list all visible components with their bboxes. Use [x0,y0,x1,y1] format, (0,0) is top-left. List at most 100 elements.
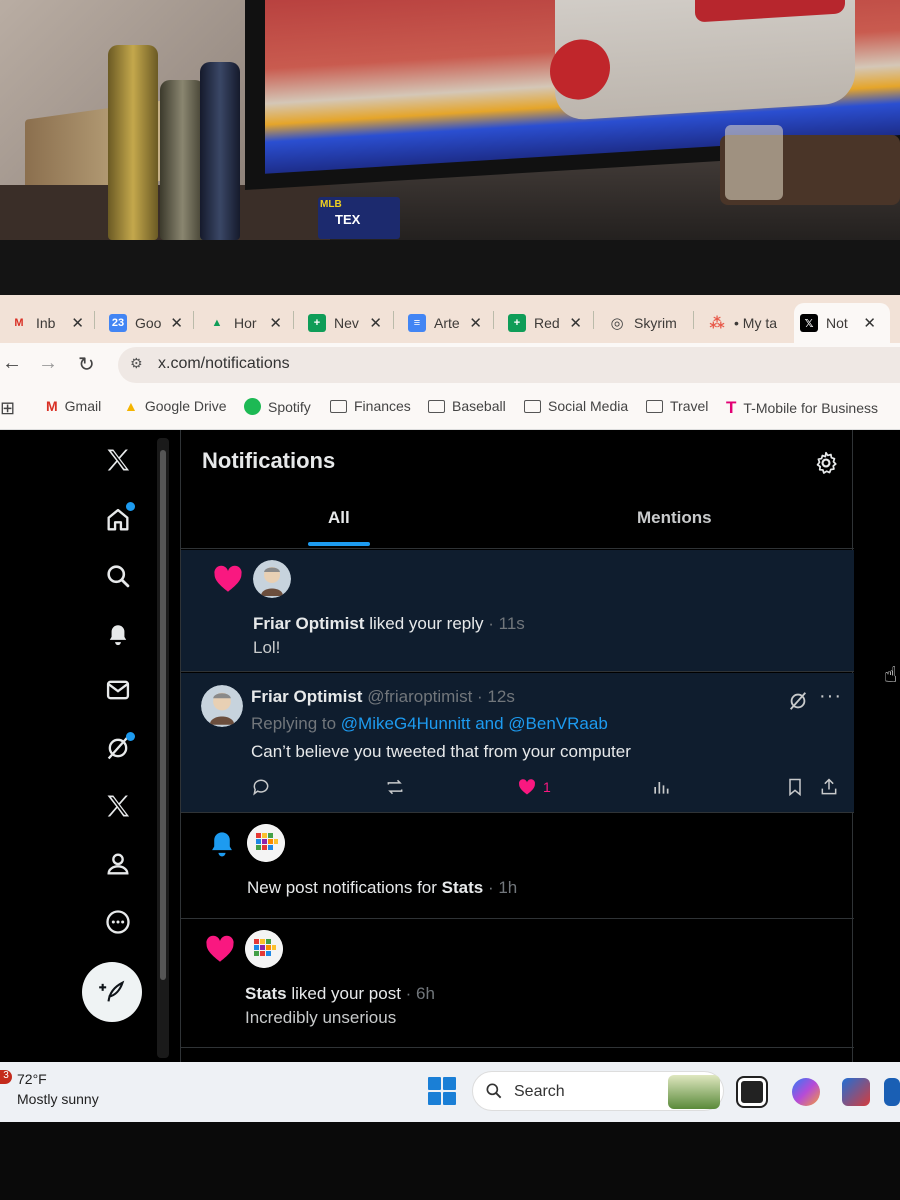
user-name[interactable]: Stats [245,984,287,1003]
timestamp: · 6h [405,984,435,1003]
nav-premium[interactable] [98,786,138,826]
tab-gmail[interactable]: M Inb ✕ [4,303,84,343]
url-text[interactable]: x.com/notifications [158,355,290,373]
more-options-icon[interactable]: ··· [819,685,842,708]
tab-drive[interactable]: ▲ Hor ✕ [202,303,282,343]
asana-icon: ⁂ [709,315,725,332]
tab-x-notifications[interactable]: 𝕏 Not ✕ [794,303,890,343]
views-button[interactable] [651,777,671,797]
task-view-icon[interactable] [736,1076,768,1108]
bookmark-gmail[interactable]: M Gmail [46,398,101,414]
bookmark-travel[interactable]: Travel [646,398,708,414]
notification-new-post[interactable]: New post notifications for Stats · 1h [181,814,854,919]
repost-button[interactable] [385,777,405,797]
nav-more[interactable] [98,902,138,942]
store-icon[interactable] [842,1078,870,1106]
nav-home[interactable] [98,500,138,540]
close-icon[interactable]: ✕ [269,314,282,332]
bookmarks-bar: ⊞ M Gmail ▲ Google Drive Spotify Finance… [0,386,900,430]
windows-taskbar: 3 72°F Mostly sunny Search [0,1062,900,1122]
back-arrow-icon[interactable]: ← [2,352,22,375]
nav-explore[interactable] [98,556,138,596]
tab-sheets-new[interactable]: + Nev ✕ [302,303,382,343]
settings-gear-icon[interactable] [813,450,839,476]
copilot-icon[interactable] [792,1078,820,1106]
scrollbar-thumb[interactable] [160,450,166,980]
like-button[interactable]: 1 [517,777,551,797]
bookmark-label: T-Mobile for Business [743,400,878,416]
nav-profile[interactable] [98,844,138,884]
background-room-photo: MLB TEX [0,0,900,295]
user-handle[interactable]: @friaroptimist [367,687,472,706]
nav-grok[interactable] [98,728,138,768]
avatar[interactable] [253,560,291,598]
close-icon[interactable]: ✕ [569,314,582,332]
nav-messages[interactable] [98,670,138,710]
tab-sheets-red[interactable]: + Red ✕ [502,303,582,343]
app-icon[interactable] [884,1078,900,1106]
tabs-divider [181,548,854,549]
mentioned-users[interactable]: @MikeG4Hunnitt and @BenVRaab [341,714,608,733]
apps-grid-icon[interactable]: ⊞ [0,398,15,419]
replying-prefix: Replying to [251,714,337,733]
tab-docs[interactable]: ≡ Arte ✕ [402,303,482,343]
bookmark-finances[interactable]: Finances [330,398,411,414]
notification-like-post[interactable]: Stats liked your post · 6h Incredibly un… [181,920,854,1048]
taskbar-search-label[interactable]: Search [514,1083,565,1101]
weather-condition[interactable]: Mostly sunny [17,1091,99,1107]
search-highlight-image [668,1075,720,1109]
tab-all[interactable]: All [328,508,350,528]
share-button[interactable] [819,777,839,797]
bookmark-tmobile[interactable]: T T-Mobile for Business [726,398,878,418]
weather-temperature[interactable]: 72°F [17,1071,47,1087]
forward-arrow-icon[interactable]: → [38,352,58,375]
tab-asana[interactable]: ⁂ • My ta [702,303,792,343]
bookmark-google-drive[interactable]: ▲ Google Drive [124,398,227,414]
notification-reply-post[interactable]: Friar Optimist @friaroptimist · 12s ··· … [181,673,854,813]
repost-icon [387,779,403,795]
nav-notifications[interactable] [98,614,138,654]
bookmark-button[interactable] [785,777,805,797]
user-name[interactable]: Friar Optimist [251,687,362,706]
tab-label: Red [534,315,560,331]
tab-calendar[interactable]: 23 Goo ✕ [103,303,183,343]
bookmark-label: Baseball [452,398,506,414]
blue-bottle [200,62,240,240]
page-title: Notifications [202,448,336,473]
close-icon[interactable]: ✕ [170,314,183,332]
windows-start-icon[interactable] [428,1077,456,1105]
home-unread-dot [126,502,135,511]
bookmark-label: Spotify [268,398,311,415]
compose-post-button[interactable] [82,962,142,1022]
close-icon[interactable]: ✕ [863,314,876,332]
notification-like-reply[interactable]: Friar Optimist liked your reply · 11s Lo… [181,550,854,672]
bookmark-spotify[interactable]: Spotify [244,398,311,415]
tab-mentions[interactable]: Mentions [637,508,712,528]
friar-avatar-icon [201,685,243,727]
bookmark-social-media[interactable]: Social Media [524,398,628,414]
close-icon[interactable]: ✕ [469,314,482,332]
folder-icon [330,399,347,413]
bookmark-baseball[interactable]: Baseball [428,398,506,414]
nav-x-logo[interactable] [98,440,138,480]
user-name[interactable]: Stats [442,878,484,897]
profile-icon [107,853,129,875]
timestamp: · 1h [487,878,518,897]
close-icon[interactable]: ✕ [71,314,84,332]
friar-avatar-icon [253,560,291,598]
close-icon[interactable]: ✕ [369,314,382,332]
x-logo-icon [107,449,130,471]
reply-button[interactable] [251,777,271,797]
avatar[interactable] [245,930,283,968]
site-info-icon[interactable]: ⚙ [130,355,143,372]
heart-icon [214,565,242,592]
tab-skyrim[interactable]: ◎ Skyrim [602,303,692,343]
grok-icon[interactable] [787,690,809,712]
reload-icon[interactable]: ↻ [78,352,95,377]
user-name[interactable]: Friar Optimist [253,614,364,633]
avatar[interactable] [201,685,243,727]
tab-label: Inb [36,315,56,331]
bookmark-icon [789,778,801,797]
timestamp: · 11s [488,614,525,633]
avatar[interactable] [247,824,285,862]
